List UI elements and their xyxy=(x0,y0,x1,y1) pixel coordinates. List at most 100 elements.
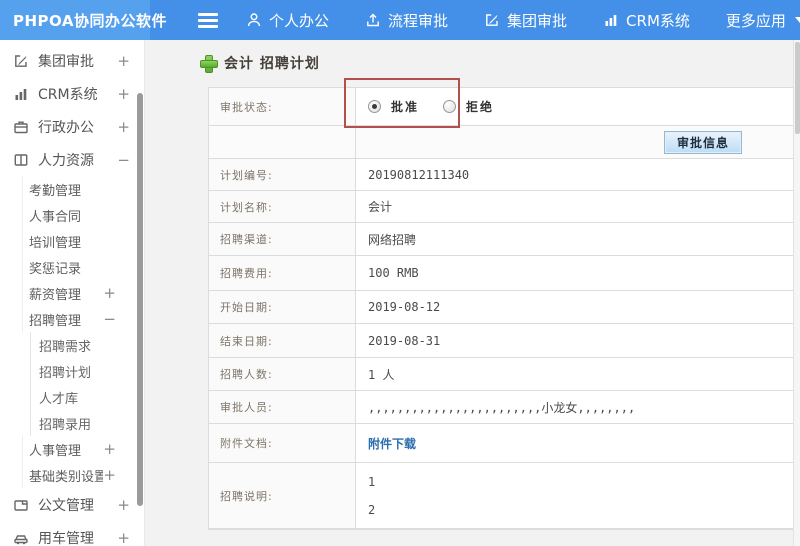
expand-icon[interactable]: + xyxy=(103,284,116,302)
description-label: 招聘说明: xyxy=(209,463,356,528)
nav-item-label: 个人办公 xyxy=(269,11,330,30)
sidebar-item-attendance[interactable]: 考勤管理 xyxy=(22,176,144,202)
field-label: 开始日期: xyxy=(209,291,356,323)
field-value: 100 RMB xyxy=(368,266,419,280)
approval-status-label: 审批状态: xyxy=(209,88,356,125)
field-row: 结束日期: 2019-08-31 xyxy=(209,324,794,358)
sidebar-item-label: 培训管理 xyxy=(29,235,82,251)
sidebar-item-recruit-plan[interactable]: 招聘计划 xyxy=(30,358,144,384)
recruit-plan-form: 审批状态: 批准 拒绝 审批信息 计划编号: 20190812111340 计划名称… xyxy=(208,87,795,530)
sidebar-item-label: 用车管理 xyxy=(38,530,94,546)
car-icon xyxy=(12,530,29,546)
field-label: 招聘渠道: xyxy=(209,223,356,255)
person-icon xyxy=(246,12,262,28)
nav-item-workflow-approval[interactable]: 流程审批 xyxy=(365,10,448,31)
description-value: 12 xyxy=(356,463,794,528)
window-scrollbar-thumb[interactable] xyxy=(795,42,800,134)
approval-button-row: 审批信息 xyxy=(209,126,794,159)
sidebar-item-human-resources[interactable]: 人力资源 − xyxy=(0,143,144,176)
sidebar-scrollbar-thumb[interactable] xyxy=(137,93,143,506)
sidebar-item-label: 人力资源 xyxy=(38,152,94,169)
collapse-icon[interactable]: − xyxy=(103,310,116,328)
upload-icon xyxy=(365,12,381,28)
description-row: 招聘说明: 12 xyxy=(209,463,794,529)
top-bar: PHPOA协同办公软件 个人办公 流程审批 集团审批 CRM系统 更多应用 xyxy=(0,0,800,40)
nav-item-label: 流程审批 xyxy=(388,11,449,30)
field-value: 2019-08-31 xyxy=(368,333,441,348)
description-line: 1 xyxy=(368,475,376,489)
description-line: 2 xyxy=(368,503,376,517)
chart-icon xyxy=(12,86,29,102)
field-row: 开始日期: 2019-08-12 xyxy=(209,291,794,324)
collapse-icon[interactable]: − xyxy=(117,151,130,169)
sidebar-item-training[interactable]: 培训管理 xyxy=(22,228,144,254)
nav-item-more-apps[interactable]: 更多应用 xyxy=(726,10,800,31)
sidebar-item-admin-office[interactable]: 行政办公 + xyxy=(0,110,144,143)
app-logo: PHPOA协同办公软件 xyxy=(0,0,167,40)
sidebar-item-hr-contract[interactable]: 人事合同 xyxy=(22,202,144,228)
sidebar-item-crm-system[interactable]: CRM系统 + xyxy=(0,77,144,110)
expand-icon[interactable]: + xyxy=(117,529,130,546)
window-scrollbar[interactable] xyxy=(793,40,800,546)
field-label: 计划编号: xyxy=(209,159,356,190)
hamburger-icon[interactable] xyxy=(198,12,218,28)
nav-item-crm-system[interactable]: CRM系统 xyxy=(603,10,690,31)
doc-icon xyxy=(12,497,29,513)
approval-status-options: 批准 拒绝 xyxy=(368,98,508,115)
approve-radio[interactable] xyxy=(368,100,381,113)
field-value: 会计 xyxy=(368,200,393,214)
main-content: 会计 招聘计划 审批状态: 批准 拒绝 审批信息 计划编号: 2019081211… xyxy=(146,40,800,546)
expand-icon[interactable]: + xyxy=(117,496,130,514)
page-title: 会计 招聘计划 xyxy=(200,53,320,73)
sidebar-item-talent-pool[interactable]: 人才库 xyxy=(30,384,144,410)
caret-down-icon xyxy=(794,17,800,23)
attachment-download-link[interactable]: 附件下载 xyxy=(368,435,416,452)
sidebar-item-recruitment[interactable]: 招聘管理 − xyxy=(22,306,144,332)
sidebar-item-label: 行政办公 xyxy=(38,119,94,136)
field-label: 招聘人数: xyxy=(209,358,356,390)
sidebar-item-label: 公文管理 xyxy=(38,497,94,514)
expand-icon[interactable]: + xyxy=(103,440,116,458)
field-value: 网络招聘 xyxy=(368,232,417,247)
sidebar-item-label: 人事合同 xyxy=(29,209,82,225)
sidebar-item-recruit-demand[interactable]: 招聘需求 xyxy=(30,332,144,358)
field-row: 审批人员: ,,,,,,,,,,,,,,,,,,,,,,,,小龙女,,,,,,,, xyxy=(209,391,794,424)
approval-info-button[interactable]: 审批信息 xyxy=(663,130,742,154)
sidebar-item-label: 招聘管理 xyxy=(29,313,82,329)
sidebar-item-reward-punish[interactable]: 奖惩记录 xyxy=(22,254,144,280)
sidebar-item-label: 招聘计划 xyxy=(39,365,92,381)
reject-radio-label: 拒绝 xyxy=(466,100,495,114)
reject-radio[interactable] xyxy=(443,100,457,113)
sidebar-item-vehicle[interactable]: 用车管理 + xyxy=(0,521,144,546)
sidebar-item-group-approval[interactable]: 集团审批 + xyxy=(0,44,144,77)
field-label: 计划名称: xyxy=(209,191,356,222)
sidebar: 集团审批 + CRM系统 + 行政办公 + 人力资源 − 考勤管理人事合同培训管理奖惩记录薪资管… xyxy=(0,40,145,546)
top-nav: 个人办公 流程审批 集团审批 CRM系统 更多应用 xyxy=(246,10,800,31)
sidebar-item-doc-management[interactable]: 公文管理 + xyxy=(0,488,144,521)
approve-radio-label: 批准 xyxy=(391,100,420,114)
sidebar-item-label: 薪资管理 xyxy=(29,287,82,303)
sidebar-item-label: 奖惩记录 xyxy=(29,261,82,277)
expand-icon[interactable]: + xyxy=(117,85,130,103)
expand-icon[interactable]: + xyxy=(117,52,130,70)
field-label: 附件文档: xyxy=(209,424,356,462)
expand-icon[interactable]: + xyxy=(117,118,130,136)
expand-icon[interactable]: + xyxy=(103,466,116,484)
field-value: 2019-08-12 xyxy=(368,300,441,314)
field-row: 计划编号: 20190812111340 xyxy=(209,159,794,191)
sidebar-item-label: 基础类别设置 xyxy=(29,469,104,485)
edit-icon xyxy=(12,53,29,69)
plus-icon xyxy=(200,55,218,73)
page-title-text: 会计 招聘计划 xyxy=(224,56,320,72)
field-row: 招聘渠道: 网络招聘 xyxy=(209,223,794,256)
approval-status-row: 审批状态: 批准 拒绝 xyxy=(209,88,794,126)
sidebar-item-label: 招聘需求 xyxy=(39,339,92,355)
sidebar-item-salary[interactable]: 薪资管理 + xyxy=(22,280,144,306)
field-label: 审批人员: xyxy=(209,391,356,423)
nav-item-group-approval[interactable]: 集团审批 xyxy=(484,10,567,31)
nav-item-personal-office[interactable]: 个人办公 xyxy=(246,10,329,31)
sidebar-item-recruit-hire[interactable]: 招聘录用 xyxy=(30,410,144,436)
field-row: 计划名称: 会计 xyxy=(209,191,794,223)
sidebar-item-base-category[interactable]: 基础类别设置 + xyxy=(22,462,144,488)
sidebar-item-personnel[interactable]: 人事管理 + xyxy=(22,436,144,462)
